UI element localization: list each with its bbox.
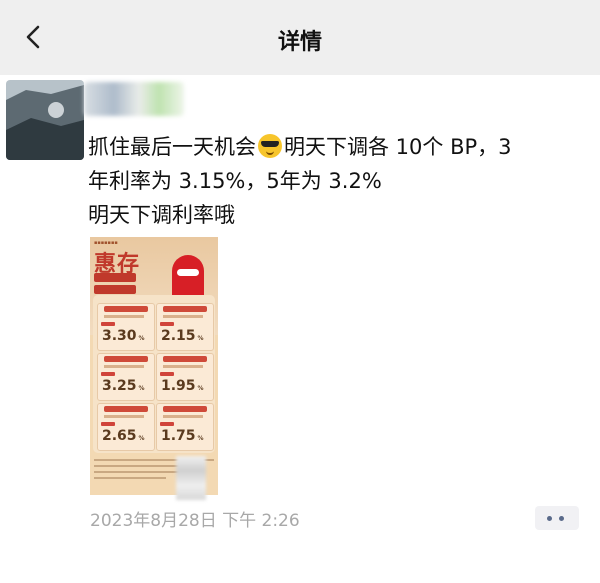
sunglasses-emoji-icon	[258, 134, 282, 158]
blurred-watermark	[176, 456, 206, 500]
more-dots-icon	[547, 516, 552, 521]
rate-card: 2.15%	[156, 303, 214, 351]
rate-card: 3.30%	[97, 303, 155, 351]
blurred-username	[84, 82, 184, 116]
rate-value: 3.25	[102, 378, 137, 394]
rates-panel: 3.30% 2.15% 3.25% 1.95% 2.65% 1.75%	[93, 295, 215, 453]
rate-card: 1.95%	[156, 353, 214, 401]
rate-value: 2.65	[102, 428, 137, 444]
post-text-line-1: 抓住最后一天机会 明天下调各 10个 BP，3	[88, 134, 512, 159]
page-title: 详情	[277, 30, 322, 55]
post-text-line-3: 明天下调利率哦	[88, 203, 235, 227]
poster-chip	[94, 285, 136, 294]
rate-value: 3.30	[102, 328, 137, 344]
rate-value: 1.75	[161, 428, 196, 444]
post-timestamp: 2023年8月28日 下午 2:26	[90, 511, 300, 531]
avatar[interactable]	[6, 80, 84, 160]
rate-card: 3.25%	[97, 353, 155, 401]
post-text-line-2: 年利率为 3.15%，5年为 3.2%	[88, 169, 382, 193]
rate-card: 2.65%	[97, 403, 155, 451]
post-text: 抓住最后一天机会 明天下调各 10个 BP，3 年利率为 3.15%，5年为 3.…	[88, 130, 593, 232]
more-options-button[interactable]	[535, 506, 579, 530]
rate-card: 1.75%	[156, 403, 214, 451]
poster-chip	[94, 273, 136, 282]
rate-value: 2.15	[161, 328, 196, 344]
rate-value: 1.95	[161, 378, 196, 394]
navigation-bar: 详情	[0, 0, 600, 75]
more-dots-icon	[559, 516, 564, 521]
